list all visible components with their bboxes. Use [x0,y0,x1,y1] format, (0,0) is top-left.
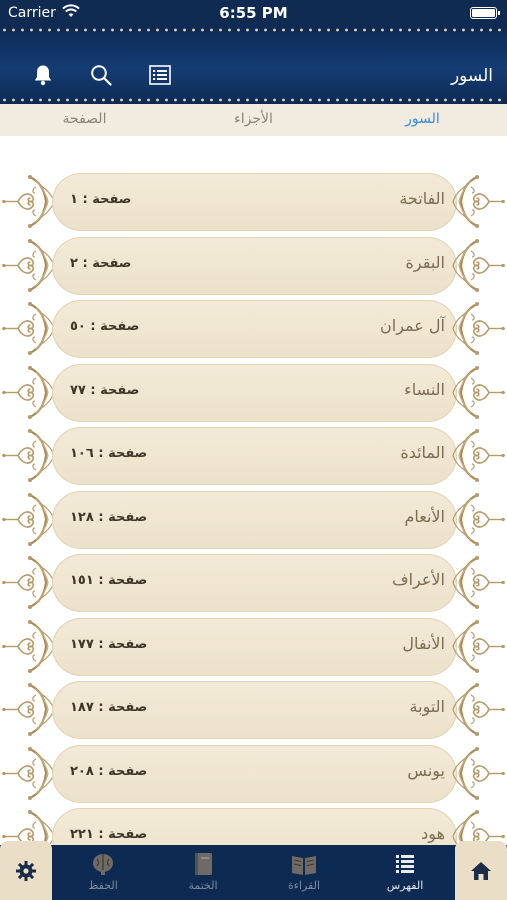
nav-khatma[interactable]: الختمة [158,851,248,892]
surah-pill[interactable]: آل عمران صفحة : ٥٠ [52,300,457,358]
status-time: 6:55 PM [219,4,288,22]
surah-name: المائدة [400,443,445,462]
surah-page-number: صفحة : ٢ [70,256,132,271]
surah-page-number: صفحة : ١ [70,192,132,207]
surah-page-number: صفحة : ٧٧ [70,383,140,398]
search-button[interactable] [88,62,114,88]
ornament-right-icon [451,491,507,548]
surah-page-number: صفحة : ٥٠ [70,319,140,334]
nav-index[interactable]: الفهرس [360,851,450,892]
surah-page-number: صفحة : ٢٢١ [70,827,148,842]
surah-row[interactable]: التوبة صفحة : ١٨٧ [0,678,507,741]
ornament-left-icon [0,300,56,357]
ornament-left-icon [0,427,56,484]
surah-page-number: صفحة : ١٧٧ [70,637,148,652]
surah-page-number: صفحة : ١٠٦ [70,446,148,461]
ornament-left-icon [0,618,56,675]
surah-pill[interactable]: الأنفال صفحة : ١٧٧ [52,618,457,676]
status-bar: Carrier 6:55 PM [0,0,507,26]
notifications-button[interactable] [30,62,56,88]
surah-name: الأنفال [402,634,445,653]
surah-row[interactable]: الأنفال صفحة : ١٧٧ [0,615,507,678]
surah-pill[interactable]: النساء صفحة : ٧٧ [52,364,457,422]
ornament-left-icon [0,554,56,611]
surah-row[interactable]: الفاتحة صفحة : ١ [0,170,507,233]
ornament-right-icon [451,173,507,230]
surah-page-number: صفحة : ١٢٨ [70,510,148,525]
surah-name: البقرة [405,253,445,272]
nav-memorize-label: الحفظ [88,879,118,892]
gear-icon [16,860,36,881]
surah-name: الفاتحة [399,189,445,208]
ornament-right-icon [451,237,507,294]
ornament-left-icon [0,237,56,294]
search-icon [91,65,112,86]
battery-icon [470,7,500,19]
surah-name: التوبة [409,697,445,716]
home-button[interactable] [455,841,507,900]
ornament-left-icon [0,364,56,421]
home-icon [471,861,491,880]
surah-row[interactable]: آل عمران صفحة : ٥٠ [0,297,507,360]
surah-pill[interactable]: الأنعام صفحة : ١٢٨ [52,491,457,549]
surah-row[interactable]: يونس صفحة : ٢٠٨ [0,742,507,805]
open-book-icon [292,856,316,875]
ornament-right-icon [451,618,507,675]
list-icon [396,855,414,873]
nav-khatma-label: الختمة [188,879,218,892]
surah-name: آل عمران [380,316,445,335]
ornament-right-icon [451,364,507,421]
tab-page[interactable]: الصفحة [0,104,169,136]
header-dotted-border-top [0,28,507,32]
nav-memorize[interactable]: الحفظ [58,851,148,892]
surah-pill[interactable]: البقرة صفحة : ٢ [52,237,457,295]
surah-name: النساء [404,380,445,399]
bell-icon [34,65,52,86]
surah-pill[interactable]: الأعراف صفحة : ١٥١ [52,554,457,612]
ornament-right-icon [451,427,507,484]
surah-pill[interactable]: يونس صفحة : ٢٠٨ [52,745,457,803]
surah-pill[interactable]: الفاتحة صفحة : ١ [52,173,457,231]
closed-book-icon [195,853,212,875]
surah-page-number: صفحة : ١٥١ [70,573,148,588]
ornament-left-icon [0,491,56,548]
surah-row[interactable]: المائدة صفحة : ١٠٦ [0,424,507,487]
index-tabs: السور الأجزاء الصفحة [0,104,507,136]
surah-name: هود [421,824,445,843]
surah-pill[interactable]: المائدة صفحة : ١٠٦ [52,427,457,485]
surah-page-number: صفحة : ٢٠٨ [70,764,148,779]
surah-name: يونس [407,761,445,780]
index-list-button[interactable] [147,62,173,88]
bottom-nav: الحفظ الختمة القراءة الفهرس [0,841,507,900]
ornament-right-icon [451,554,507,611]
surah-row[interactable]: الأعراف صفحة : ١٥١ [0,551,507,614]
surah-pill[interactable]: التوبة صفحة : ١٨٧ [52,681,457,739]
tab-juz[interactable]: الأجزاء [169,104,338,136]
nav-reading[interactable]: القراءة [259,851,349,892]
nav-reading-label: القراءة [287,879,321,892]
nav-index-label: الفهرس [386,879,424,892]
list-icon [149,65,171,85]
tab-surahs[interactable]: السور [338,104,507,136]
ornament-left-icon [0,173,56,230]
page-title: السور [450,66,493,86]
ornament-right-icon [451,745,507,802]
brain-icon [93,854,113,875]
ornament-left-icon [0,681,56,738]
surah-row[interactable]: البقرة صفحة : ٢ [0,234,507,297]
ornament-left-icon [0,745,56,802]
surah-page-number: صفحة : ١٨٧ [70,700,148,715]
surah-name: الأعراف [392,570,445,589]
surah-name: الأنعام [404,507,445,526]
surah-row[interactable]: الأنعام صفحة : ١٢٨ [0,488,507,551]
ornament-right-icon [451,681,507,738]
header-dotted-border-bottom [0,98,507,102]
settings-button[interactable] [0,841,52,900]
ornament-right-icon [451,300,507,357]
app-header: السور [0,26,507,104]
surah-row[interactable]: النساء صفحة : ٧٧ [0,361,507,424]
